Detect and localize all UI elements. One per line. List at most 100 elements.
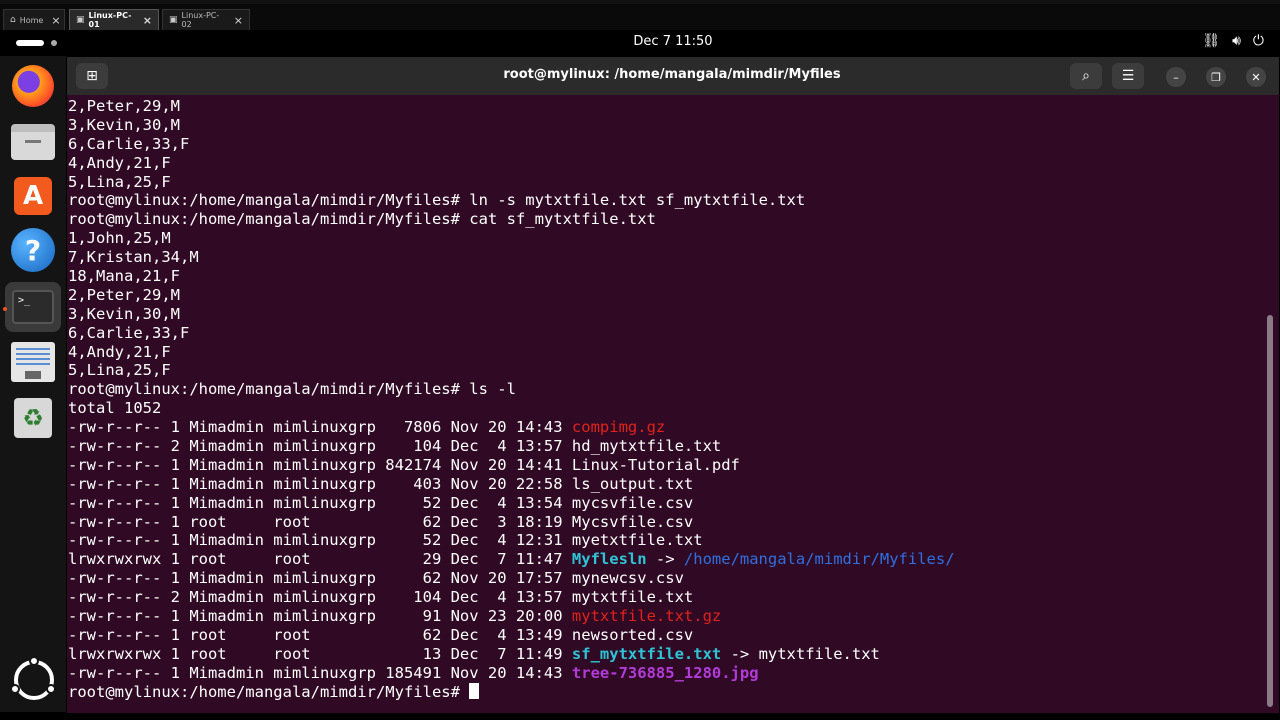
close-button[interactable]: ✕ xyxy=(1246,67,1266,87)
volume-icon[interactable]: 🔊︎ xyxy=(1232,33,1241,49)
command-text: ls -l xyxy=(469,380,516,399)
listing-row: -rw-r--r-- 1 Mimadmin mimlinuxgrp 842174… xyxy=(68,456,1263,475)
terminal-icon[interactable]: >_ xyxy=(5,282,61,332)
monitor-icon: ▣ xyxy=(76,15,85,25)
minimize-icon: – xyxy=(1173,70,1179,84)
output-line: total 1052 xyxy=(68,399,1263,418)
output-text: 5,Lina,25,F xyxy=(68,172,171,191)
listing-row: -rw-r--r-- 1 Mimadmin mimlinuxgrp 7806 N… xyxy=(68,418,1263,437)
output-line: 4,Andy,21,F xyxy=(68,343,1263,362)
file-meta: -rw-r--r-- 1 Mimadmin mimlinuxgrp 52 Dec… xyxy=(68,493,572,512)
app-center-icon[interactable]: A xyxy=(11,174,55,218)
search-button[interactable]: ⌕ xyxy=(1070,63,1102,89)
listing-row: -rw-r--r-- 1 Mimadmin mimlinuxgrp 62 Nov… xyxy=(68,569,1263,588)
file-name: Mycsvfile.csv xyxy=(571,512,694,531)
close-icon[interactable]: × xyxy=(51,14,60,27)
output-line: 2,Peter,29,M xyxy=(68,286,1263,305)
tab-label: Linux-PC-01 xyxy=(88,11,132,29)
file-meta: -rw-r--r-- 1 Mimadmin mimlinuxgrp 52 Dec… xyxy=(68,531,572,550)
listing-row: -rw-r--r-- 1 root root 62 Dec 4 13:49 ne… xyxy=(68,626,1263,645)
command-line: root@mylinux:/home/mangala/mimdir/Myfile… xyxy=(68,380,1263,399)
listing-row: -rw-r--r-- 2 Mimadmin mimlinuxgrp 104 De… xyxy=(68,588,1263,607)
output-text: 4,Andy,21,F xyxy=(68,153,171,172)
maximize-button[interactable]: ❐ xyxy=(1206,67,1226,87)
tab-label: Home xyxy=(19,15,44,25)
help-icon[interactable]: ? xyxy=(11,228,55,272)
listing-row: -rw-r--r-- 1 Mimadmin mimlinuxgrp 403 No… xyxy=(68,475,1263,494)
text-cursor xyxy=(469,682,480,699)
home-icon: ⌂ xyxy=(10,15,16,25)
command-line: root@mylinux:/home/mangala/mimdir/Myfile… xyxy=(68,191,1263,210)
file-meta: -rw-r--r-- 2 Mimadmin mimlinuxgrp 104 De… xyxy=(68,437,572,456)
output-text: 4,Andy,21,F xyxy=(68,342,171,361)
close-icon[interactable]: × xyxy=(234,14,243,27)
output-text: 1,John,25,M xyxy=(68,229,171,248)
output-line: 1,John,25,M xyxy=(68,229,1263,248)
file-name: mytxtfile.txt xyxy=(571,588,694,607)
window-titlebar[interactable]: ⊞ root@mylinux: /home/mangala/mimdir/Myf… xyxy=(67,57,1279,95)
terminal-output[interactable]: 2,Peter,29,M 3,Kevin,30,M 6,Carlie,33,F 4,A… xyxy=(68,97,1263,709)
terminal-window: ⊞ root@mylinux: /home/mangala/mimdir/Myf… xyxy=(67,57,1279,713)
output-text: 6,Carlie,33,F xyxy=(68,323,190,342)
file-meta: -rw-r--r-- 2 Mimadmin mimlinuxgrp 104 De… xyxy=(68,588,572,607)
output-text: 3,Kevin,30,M xyxy=(68,304,180,323)
power-icon[interactable]: ⏻ xyxy=(1253,33,1264,49)
output-line: 4,Andy,21,F xyxy=(68,154,1263,173)
output-line: 5,Lina,25,F xyxy=(68,361,1263,380)
command-line: root@mylinux:/home/mangala/mimdir/Myfile… xyxy=(68,210,1263,229)
tab-linux-pc-02[interactable]: ▣ Linux-PC-02 × xyxy=(162,9,250,31)
tab-label: Linux-PC-02 xyxy=(181,11,220,29)
files-icon[interactable] xyxy=(11,120,55,164)
prompt: root@mylinux:/home/mangala/mimdir/Myfile… xyxy=(68,191,470,210)
file-meta: -rw-r--r-- 1 root root 62 Dec 3 18:19 xyxy=(68,512,572,531)
tab-home[interactable]: ⌂ Home × xyxy=(3,9,65,31)
file-name: mynewcsv.csv xyxy=(571,569,684,588)
output-line: 18,Mana,21,F xyxy=(68,267,1263,286)
file-name: hd_mytxtfile.txt xyxy=(571,437,722,456)
listing-row: -rw-r--r-- 1 Mimadmin mimlinuxgrp 52 Dec… xyxy=(68,531,1263,550)
running-indicator xyxy=(3,307,7,311)
output-text: 5,Lina,25,F xyxy=(68,361,171,380)
file-name: Linux-Tutorial.pdf xyxy=(571,455,740,474)
file-name: sf_mytxtfile.txt xyxy=(571,644,722,663)
scrollbar[interactable] xyxy=(1267,315,1273,707)
close-icon[interactable]: × xyxy=(143,14,152,27)
file-name: mytxtfile.txt.gz xyxy=(571,607,722,626)
output-text: 6,Carlie,33,F xyxy=(68,134,190,153)
command-text: ln -s mytxtfile.txt sf_mytxtfile.txt xyxy=(469,191,806,210)
file-meta: -rw-r--r-- 1 Mimadmin mimlinuxgrp 62 Nov… xyxy=(68,569,572,588)
output-line: 6,Carlie,33,F xyxy=(68,135,1263,154)
file-name: tree-736885_1280.jpg xyxy=(571,663,759,682)
file-meta: -rw-r--r-- 1 Mimadmin mimlinuxgrp 842174… xyxy=(68,455,572,474)
network-icon[interactable]: ⛓ xyxy=(1202,33,1220,49)
link-target: mytxtfile.txt xyxy=(758,644,880,663)
minimize-button[interactable]: – xyxy=(1166,67,1186,87)
show-apps-icon[interactable] xyxy=(10,656,56,700)
listing-row: -rw-r--r-- 1 Mimadmin mimlinuxgrp 185491… xyxy=(68,664,1263,683)
output-text: 2,Peter,29,M xyxy=(68,285,180,304)
remote-session-tab-strip: ⌂ Home × ▣ Linux-PC-01 × ▣ Linux-PC-02 × xyxy=(0,0,1280,31)
clock[interactable]: Dec 7 11:50 xyxy=(0,34,1280,49)
link-arrow: -> xyxy=(721,644,759,663)
output-text: 3,Kevin,30,M xyxy=(68,115,180,134)
file-name: myetxtfile.txt xyxy=(571,531,703,550)
system-tray[interactable]: ⛓ 🔊︎ ⏻ xyxy=(1202,33,1264,49)
total-text: total 1052 xyxy=(68,399,162,418)
file-meta: -rw-r--r-- 1 Mimadmin mimlinuxgrp 7806 N… xyxy=(68,418,572,437)
text-editor-icon[interactable] xyxy=(11,340,55,384)
file-name: mycsvfile.csv xyxy=(571,493,694,512)
output-line: 6,Carlie,33,F xyxy=(68,324,1263,343)
listing-row: lrwxrwxrwx 1 root root 13 Dec 7 11:49 sf… xyxy=(68,645,1263,664)
tab-linux-pc-01[interactable]: ▣ Linux-PC-01 × xyxy=(69,9,159,31)
file-meta: lrwxrwxrwx 1 root root 29 Dec 7 11:47 xyxy=(68,550,572,569)
trash-icon[interactable]: ♻ xyxy=(11,396,55,440)
menu-button[interactable]: ☰ xyxy=(1112,63,1144,89)
listing-row: -rw-r--r-- 1 Mimadmin mimlinuxgrp 52 Dec… xyxy=(68,494,1263,513)
file-meta: -rw-r--r-- 1 Mimadmin mimlinuxgrp 185491… xyxy=(68,663,572,682)
file-meta: lrwxrwxrwx 1 root root 13 Dec 7 11:49 xyxy=(68,644,572,663)
output-line: 2,Peter,29,M xyxy=(68,97,1263,116)
output-text: 2,Peter,29,M xyxy=(68,97,180,115)
file-name: Myflesln xyxy=(571,550,647,569)
firefox-icon[interactable] xyxy=(11,64,55,108)
listing-row: -rw-r--r-- 1 Mimadmin mimlinuxgrp 91 Nov… xyxy=(68,607,1263,626)
